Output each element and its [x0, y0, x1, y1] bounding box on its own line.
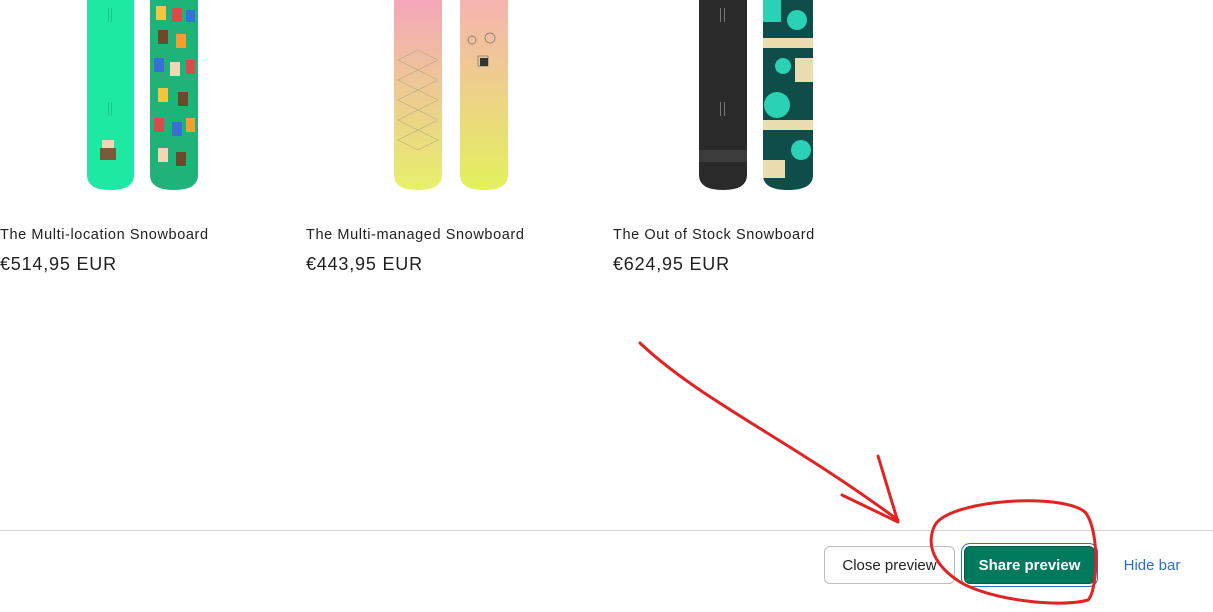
product-title[interactable]: The Multi-location Snowboard — [0, 227, 209, 243]
preview-bar: Close preview Share preview Hide bar — [0, 530, 1213, 612]
hide-bar-button[interactable]: Hide bar — [1110, 546, 1194, 584]
product-price: €624,95 EUR — [613, 254, 730, 274]
product-image[interactable] — [82, 0, 212, 195]
product-card[interactable]: The Multi-location Snowboard €514,95 EUR — [0, 0, 280, 290]
product-title[interactable]: The Out of Stock Snowboard — [613, 227, 815, 243]
annotation-arrow — [638, 341, 900, 522]
product-title[interactable]: The Multi-managed Snowboard — [306, 227, 525, 243]
product-card[interactable]: The Out of Stock Snowboard €624,95 EUR — [613, 0, 893, 290]
share-preview-button[interactable]: Share preview — [964, 546, 1095, 584]
product-image[interactable] — [392, 0, 522, 195]
product-image[interactable] — [697, 0, 827, 195]
product-grid: The Multi-location Snowboard €514,95 EUR — [0, 0, 1213, 300]
close-preview-button[interactable]: Close preview — [824, 546, 955, 584]
product-price: €514,95 EUR — [0, 254, 117, 274]
product-card[interactable]: The Multi-managed Snowboard €443,95 EUR — [306, 0, 586, 290]
annotation-arrowhead — [840, 454, 900, 524]
product-price: €443,95 EUR — [306, 254, 423, 274]
